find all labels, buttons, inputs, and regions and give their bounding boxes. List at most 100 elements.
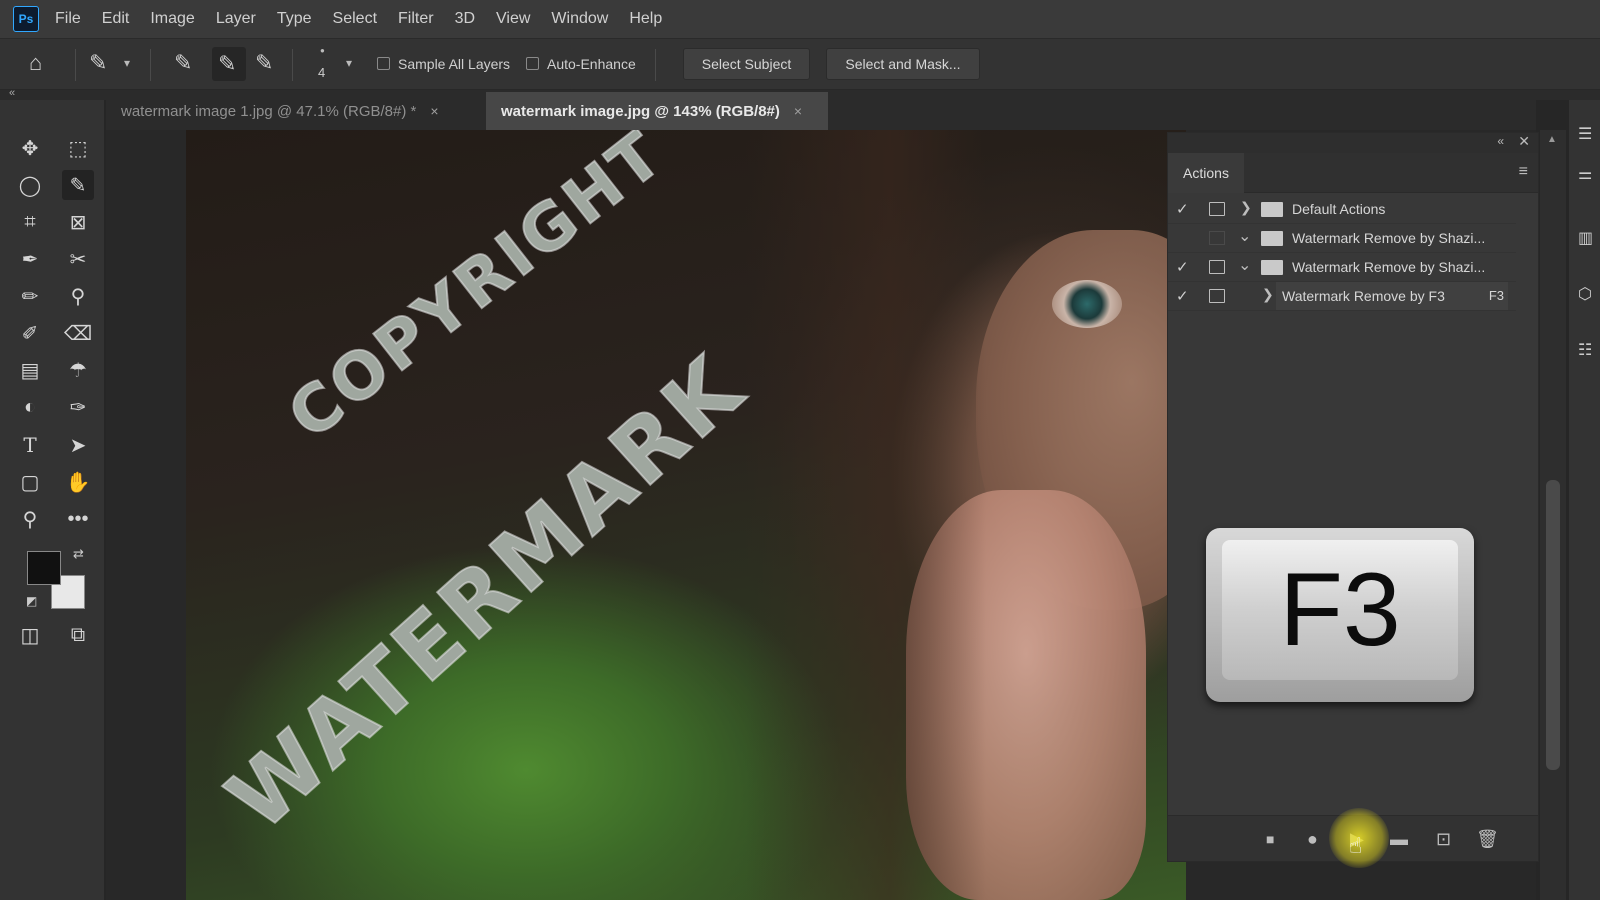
- panel-list-icon[interactable]: ☰: [1578, 124, 1592, 144]
- chevron-down-icon[interactable]: ▾: [124, 56, 130, 70]
- scrollbar-thumb[interactable]: [1546, 480, 1560, 770]
- frame-tool-icon[interactable]: ⊠: [62, 207, 94, 237]
- quick-selection-tool-icon[interactable]: ✎: [62, 170, 94, 200]
- dodge-tool-icon[interactable]: ◐: [14, 392, 46, 422]
- menu-layer[interactable]: Layer: [216, 10, 256, 28]
- auto-enhance-checkbox[interactable]: [526, 57, 539, 70]
- gradient-tool-icon[interactable]: ▤: [14, 355, 46, 385]
- blur-tool-icon[interactable]: ☂: [62, 355, 94, 385]
- close-icon[interactable]: ×: [794, 103, 802, 119]
- collapse-panel-icon[interactable]: «: [1497, 134, 1504, 148]
- brush-size-value[interactable]: 4: [318, 65, 325, 80]
- chevron-right-icon[interactable]: ❯: [1240, 199, 1252, 216]
- stop-icon[interactable]: ■: [1266, 831, 1274, 847]
- menu-3d[interactable]: 3D: [455, 10, 475, 28]
- add-to-selection-icon[interactable]: ✎: [212, 47, 246, 81]
- brush-picker-chevron-icon[interactable]: ▾: [346, 56, 352, 70]
- select-subject-button[interactable]: Select Subject: [683, 48, 810, 80]
- history-brush-tool-icon[interactable]: ✐: [14, 318, 46, 348]
- more-tools-icon[interactable]: •••: [62, 504, 94, 534]
- action-set-label: Watermark Remove by Shazi...: [1292, 259, 1486, 275]
- eyedropper-tool-icon[interactable]: ✒: [14, 244, 46, 274]
- dialog-toggle-icon[interactable]: [1209, 260, 1225, 274]
- tab-watermark-image[interactable]: watermark image.jpg @ 143% (RGB/8#) ×: [486, 92, 828, 130]
- menu-image[interactable]: Image: [150, 10, 194, 28]
- hand-tool-icon[interactable]: ✋: [62, 467, 94, 497]
- pen-tool-icon[interactable]: ✑: [62, 392, 94, 422]
- crop-tool-icon[interactable]: ⌗: [14, 207, 46, 237]
- new-action-icon[interactable]: ⊡: [1436, 829, 1451, 850]
- dialog-toggle-icon[interactable]: [1209, 289, 1225, 303]
- select-and-mask-button[interactable]: Select and Mask...: [826, 48, 980, 80]
- panel-header: Actions ≡: [1168, 153, 1538, 193]
- action-row-default-actions[interactable]: ✓ ❯ Default Actions: [1168, 195, 1516, 224]
- toggle-check-icon[interactable]: ✓: [1176, 200, 1189, 218]
- quick-selection-preset-icon[interactable]: ✎: [89, 52, 107, 74]
- document-image[interactable]: COPYRIGHT WATERMARK: [186, 130, 1186, 900]
- healing-tool-icon[interactable]: ✂: [62, 244, 94, 274]
- swap-colors-icon[interactable]: ⇄: [73, 546, 84, 562]
- document-tabs: watermark image 1.jpg @ 47.1% (RGB/8#) *…: [106, 92, 1536, 130]
- photoshop-logo-icon[interactable]: Ps: [13, 6, 39, 32]
- default-colors-icon[interactable]: ◩: [26, 594, 37, 608]
- move-tool-icon[interactable]: ✥: [14, 133, 46, 163]
- subtract-from-selection-icon[interactable]: ✎: [255, 52, 273, 74]
- dialog-toggle-empty[interactable]: [1209, 231, 1225, 245]
- menu-window[interactable]: Window: [551, 10, 608, 28]
- action-label: Watermark Remove by F3: [1282, 288, 1445, 304]
- screen-mode-icon[interactable]: ⧉: [62, 620, 94, 650]
- chevron-down-icon[interactable]: ⌄: [1238, 226, 1251, 246]
- zoom-tool-icon[interactable]: ⚲: [14, 504, 46, 534]
- divider: [292, 49, 293, 81]
- menu-select[interactable]: Select: [333, 10, 377, 28]
- menu-filter[interactable]: Filter: [398, 10, 434, 28]
- adjustments-icon[interactable]: ⚌: [1578, 164, 1592, 184]
- home-icon[interactable]: ⌂: [29, 52, 42, 74]
- scroll-up-icon[interactable]: ▲: [1547, 134, 1557, 145]
- action-row-watermark-f3[interactable]: ✓ ❯ Watermark Remove by F3 F3: [1168, 282, 1516, 311]
- menu-view[interactable]: View: [496, 10, 530, 28]
- tab-title: watermark image 1.jpg @ 47.1% (RGB/8#) *: [121, 102, 417, 120]
- folder-icon: [1261, 260, 1283, 275]
- marquee-tool-icon[interactable]: ⬚: [62, 133, 94, 163]
- lasso-tool-icon[interactable]: ◯: [14, 170, 46, 200]
- new-set-folder-icon[interactable]: ▬: [1390, 829, 1408, 850]
- eraser-tool-icon[interactable]: ⌫: [62, 318, 94, 348]
- dialog-toggle-icon[interactable]: [1209, 202, 1225, 216]
- toggle-check-icon[interactable]: ✓: [1176, 287, 1189, 305]
- record-icon[interactable]: ●: [1307, 829, 1318, 850]
- close-panel-icon[interactable]: ✕: [1518, 133, 1530, 150]
- sample-all-layers-label: Sample All Layers: [398, 56, 511, 72]
- path-selection-tool-icon[interactable]: ➤: [62, 430, 94, 460]
- action-row-watermark-set-1[interactable]: ⌄ Watermark Remove by Shazi...: [1168, 224, 1516, 253]
- divider: [150, 49, 151, 81]
- properties-icon[interactable]: ☷: [1578, 340, 1592, 360]
- sample-all-layers-checkbox[interactable]: [377, 57, 390, 70]
- brush-tool-icon[interactable]: ✏: [14, 281, 46, 311]
- action-set-label: Default Actions: [1292, 201, 1386, 217]
- tab-actions[interactable]: Actions: [1168, 153, 1244, 193]
- type-tool-icon[interactable]: T: [14, 430, 46, 460]
- menu-file[interactable]: File: [55, 10, 81, 28]
- collapse-chevron-icon[interactable]: «: [9, 87, 15, 99]
- new-selection-icon[interactable]: ✎: [174, 52, 192, 74]
- channels-icon[interactable]: ▥: [1578, 228, 1593, 248]
- chevron-right-icon[interactable]: ❯: [1262, 286, 1274, 303]
- toggle-check-icon[interactable]: ✓: [1176, 258, 1189, 276]
- quick-mask-icon[interactable]: ◫: [14, 620, 46, 650]
- action-row-watermark-set-2[interactable]: ✓ ⌄ Watermark Remove by Shazi...: [1168, 253, 1516, 282]
- tab-watermark-image-1[interactable]: watermark image 1.jpg @ 47.1% (RGB/8#) *…: [106, 92, 484, 130]
- menu-type[interactable]: Type: [277, 10, 312, 28]
- panel-menu-icon[interactable]: ≡: [1519, 163, 1528, 181]
- divider: [75, 49, 76, 81]
- shape-tool-icon[interactable]: ▢: [14, 467, 46, 497]
- close-icon[interactable]: ×: [430, 103, 438, 119]
- menu-edit[interactable]: Edit: [102, 10, 130, 28]
- menu-bar: Ps File Edit Image Layer Type Select Fil…: [0, 0, 1600, 38]
- folder-icon: [1261, 231, 1283, 246]
- chevron-down-icon[interactable]: ⌄: [1238, 255, 1251, 275]
- trash-icon[interactable]: 🗑: [1476, 829, 1499, 850]
- menu-help[interactable]: Help: [629, 10, 662, 28]
- 3d-icon[interactable]: ⬡: [1578, 284, 1592, 304]
- stamp-tool-icon[interactable]: ⚲: [62, 281, 94, 311]
